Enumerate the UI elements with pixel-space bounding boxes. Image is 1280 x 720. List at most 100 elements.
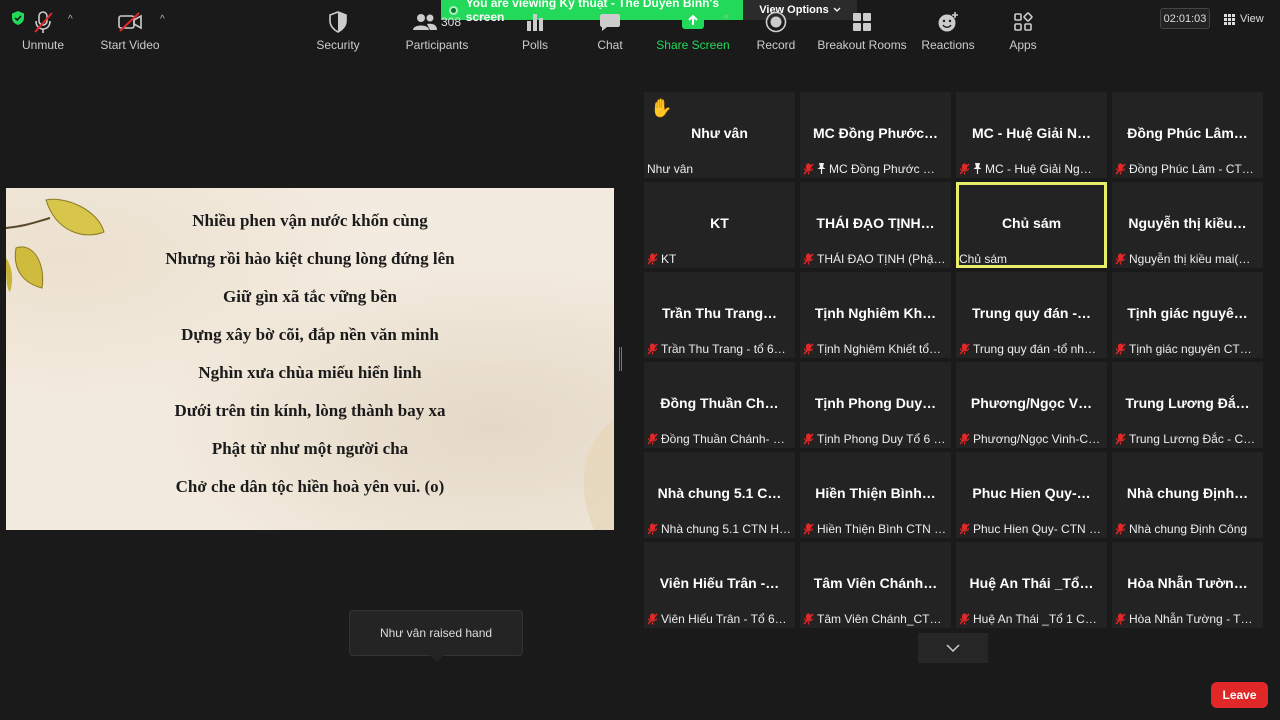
- security-button[interactable]: Security: [298, 10, 378, 52]
- participant-tile[interactable]: MC Đồng Phước… MC Đồng Phước …: [800, 92, 951, 178]
- participant-display-name: Như vân: [691, 125, 748, 141]
- participant-name-label: Chủ sám: [959, 251, 1008, 266]
- breakout-rooms-button[interactable]: Breakout Rooms: [812, 10, 912, 52]
- participant-tile[interactable]: Đồng Phúc Lâm… Đồng Phúc Lâm - CT…: [1112, 92, 1263, 178]
- participant-name-bar: KT: [647, 251, 792, 266]
- participant-tile[interactable]: THÁI ĐẠO TỊNH… THÁI ĐẠO TỊNH (Phật…: [800, 182, 951, 268]
- start-video-label: Start Video: [100, 38, 160, 52]
- participant-tile[interactable]: Chủ sám Chủ sám: [956, 182, 1107, 268]
- breakout-rooms-icon: [853, 13, 871, 31]
- gallery-next-page-button[interactable]: [918, 633, 988, 663]
- view-layout-label: View: [1240, 13, 1264, 25]
- participant-name-bar: Trần Thu Trang - tổ 6…: [647, 341, 792, 356]
- view-layout-button[interactable]: View: [1224, 9, 1264, 29]
- participants-button[interactable]: 308 Participants: [397, 10, 477, 52]
- participant-tile[interactable]: Trung Lương Đắ… Trung Lương Đắc - C…: [1112, 362, 1263, 448]
- share-screen-label: Share Screen: [656, 38, 730, 52]
- record-icon: [765, 11, 787, 33]
- mic-muted-icon: [959, 613, 970, 624]
- participant-name-bar: Hiền Thiện Bình CTN …: [803, 521, 948, 536]
- participant-tile[interactable]: Phuc Hien Quy-… Phuc Hien Quy- CTN …: [956, 452, 1107, 538]
- security-label: Security: [316, 38, 360, 52]
- participant-name-bar: THÁI ĐẠO TỊNH (Phật…: [803, 251, 948, 266]
- participant-name-bar: Trung Lương Đắc - C…: [1115, 431, 1260, 446]
- breakout-rooms-label: Breakout Rooms: [817, 38, 907, 52]
- reactions-button[interactable]: Reactions: [908, 10, 988, 52]
- pin-icon: [973, 163, 982, 174]
- grid-view-icon: [1224, 13, 1235, 25]
- participant-tile[interactable]: Trung quy đán -… Trung quy đán -tổ nh…: [956, 272, 1107, 358]
- participant-tile[interactable]: Đồng Thuần Ch… Đồng Thuần Chánh- …: [644, 362, 795, 448]
- participant-name-label: Tịnh Nghiêm Khiết tổ…: [817, 341, 942, 356]
- participant-tile[interactable]: Hiền Thiện Bình… Hiền Thiện Bình CTN …: [800, 452, 951, 538]
- polls-button[interactable]: Polls: [495, 10, 575, 52]
- poem-line: Dựng xây bờ cõi, đắp nền văn minh: [181, 325, 439, 344]
- start-video-button[interactable]: Start Video: [90, 10, 170, 52]
- participant-name-bar: Như vân: [647, 161, 792, 176]
- mic-muted-icon: [1115, 523, 1126, 534]
- participant-tile[interactable]: Nhà chung Định… Nhà chung Định Công: [1112, 452, 1263, 538]
- participant-display-name: Nguyễn thị kiều…: [1128, 215, 1247, 231]
- audio-options-caret[interactable]: ^: [68, 14, 73, 25]
- participant-name-bar: Nguyễn thị kiều mai(…: [1115, 251, 1260, 266]
- participant-tile[interactable]: Tịnh Nghiêm Kh… Tịnh Nghiêm Khiết tổ…: [800, 272, 951, 358]
- apps-icon: [1014, 12, 1033, 31]
- participant-tile[interactable]: Viên Hiếu Trân -… Viên Hiếu Trân - Tổ 6…: [644, 542, 795, 628]
- mic-muted-icon: [803, 613, 814, 624]
- participant-name-label: Tịnh Phong Duy Tổ 6 …: [817, 431, 946, 446]
- participant-display-name: Chủ sám: [1001, 215, 1062, 231]
- share-screen-button[interactable]: Share Screen: [653, 10, 733, 52]
- leave-button[interactable]: Leave: [1211, 682, 1268, 708]
- participant-tile[interactable]: ✋ Như vân Như vân: [644, 92, 795, 178]
- participant-tile[interactable]: Nguyễn thị kiều… Nguyễn thị kiều mai(…: [1112, 182, 1263, 268]
- participant-tile[interactable]: Trần Thu Trang… Trần Thu Trang - tổ 6…: [644, 272, 795, 358]
- participant-name-label: Tâm Viên Chánh_CTN…: [817, 611, 948, 626]
- participant-tile[interactable]: Tịnh giác nguyê… Tịnh giác nguyên CT…: [1112, 272, 1263, 358]
- participant-tile[interactable]: Huệ An Thái _Tổ… Huệ An Thái _Tổ 1 CT…: [956, 542, 1107, 628]
- participant-name-bar: Phương/Ngọc Vinh-C…: [959, 431, 1104, 446]
- participant-name-bar: Tịnh Nghiêm Khiết tổ…: [803, 341, 948, 356]
- mic-muted-icon: [959, 343, 970, 354]
- poem-text: Nhiều phen vận nước khốn cùng Nhưng rồi …: [6, 210, 614, 514]
- meeting-toolbar: [0, 664, 1280, 720]
- mic-muted-icon: [1115, 253, 1126, 264]
- video-options-caret[interactable]: ^: [160, 14, 165, 25]
- chat-icon: [600, 14, 620, 31]
- apps-button[interactable]: Apps: [983, 10, 1063, 52]
- participant-display-name: Trung Lương Đắ…: [1125, 395, 1250, 411]
- chat-button[interactable]: Chat: [570, 10, 650, 52]
- participant-tile[interactable]: Tâm Viên Chánh… Tâm Viên Chánh_CTN…: [800, 542, 951, 628]
- poem-line: Nghìn xưa chùa miếu hiển linh: [198, 363, 422, 382]
- participant-tile[interactable]: Hòa Nhẫn Tườn… Hòa Nhẫn Tường - T…: [1112, 542, 1263, 628]
- panel-resize-handle[interactable]: [619, 347, 622, 371]
- participant-name-bar: Đồng Thuần Chánh- …: [647, 431, 792, 446]
- record-button[interactable]: Record: [736, 10, 816, 52]
- participant-name-bar: Nhà chung 5.1 CTN H…: [647, 521, 792, 536]
- participant-name-label: Nguyễn thị kiều mai(…: [1129, 251, 1251, 266]
- reactions-icon: [938, 12, 958, 32]
- mic-muted-icon: [959, 523, 970, 534]
- participant-display-name: MC Đồng Phước…: [812, 125, 939, 141]
- participant-tile[interactable]: Nhà chung 5.1 C… Nhà chung 5.1 CTN H…: [644, 452, 795, 538]
- participants-count: 308: [440, 15, 462, 29]
- chevron-down-icon: [946, 644, 960, 652]
- participant-name-label: Hiền Thiện Bình CTN …: [817, 521, 947, 536]
- participant-tile[interactable]: Tịnh Phong Duy… Tịnh Phong Duy Tổ 6 …: [800, 362, 951, 448]
- mic-muted-icon: [1115, 613, 1126, 624]
- mic-muted-icon: [1115, 343, 1126, 354]
- mic-muted-icon: [647, 343, 658, 354]
- mic-muted-icon: [803, 163, 814, 174]
- participant-display-name: Viên Hiếu Trân -…: [659, 575, 780, 591]
- participant-tile[interactable]: MC - Huệ Giải N… MC - Huệ Giải Ng…: [956, 92, 1107, 178]
- participants-options-caret[interactable]: ^: [482, 14, 487, 25]
- shared-screen[interactable]: Nhiều phen vận nước khốn cùng Nhưng rồi …: [6, 188, 614, 530]
- participant-name-label: Đồng Phúc Lâm - CT…: [1129, 161, 1254, 176]
- participant-name-label: Hòa Nhẫn Tường - T…: [1129, 611, 1253, 626]
- participant-tile[interactable]: KT KT: [644, 182, 795, 268]
- participant-tile[interactable]: Phương/Ngọc V… Phương/Ngọc Vinh-C…: [956, 362, 1107, 448]
- apps-label: Apps: [1009, 38, 1037, 52]
- participant-display-name: Phương/Ngọc V…: [970, 395, 1093, 411]
- participant-name-bar: Tịnh giác nguyên CT…: [1115, 341, 1260, 356]
- polls-label: Polls: [521, 38, 548, 52]
- share-options-caret[interactable]: ^: [724, 14, 729, 25]
